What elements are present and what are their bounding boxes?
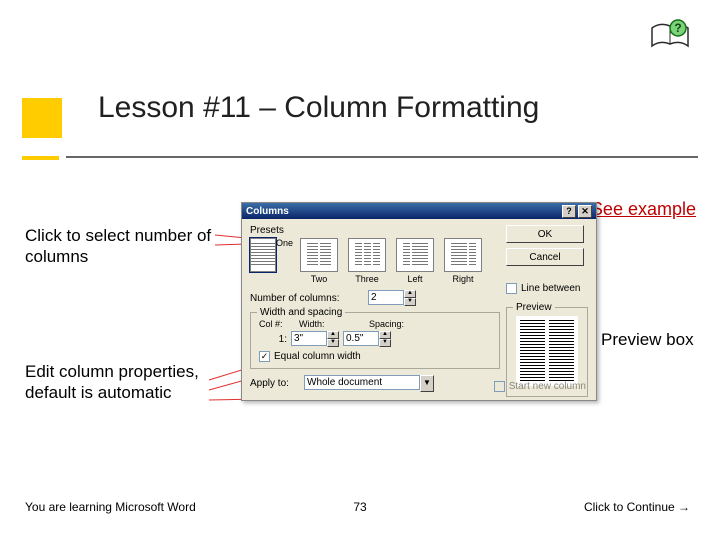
width-header: Width: <box>299 319 369 329</box>
help-button[interactable]: ? <box>562 205 576 218</box>
chevron-down-icon[interactable]: ▼ <box>404 298 416 306</box>
preview-sample <box>516 316 578 386</box>
ws-row: 1: ▲▼ ▲▼ <box>259 331 493 347</box>
chevron-up-icon[interactable]: ▲ <box>379 331 391 339</box>
preset-label: One <box>276 238 293 284</box>
width-spinner[interactable]: ▲▼ <box>291 331 339 347</box>
start-new-column-label: Start new column <box>509 381 586 392</box>
caption-edit-properties: Edit column properties, default is autom… <box>25 361 220 404</box>
preset-label: Three <box>346 274 388 284</box>
apply-to-label: Apply to: <box>250 378 298 389</box>
apply-to-select[interactable]: ▼ <box>304 375 434 392</box>
preset-two[interactable]: Two <box>298 238 340 284</box>
num-columns-spinner[interactable]: ▲▼ <box>368 290 416 306</box>
width-spacing-legend: Width and spacing <box>257 307 345 318</box>
checkbox-icon <box>494 381 505 392</box>
col-header: Col #: <box>259 319 299 329</box>
preset-three[interactable]: Three <box>346 238 388 284</box>
svg-text:?: ? <box>674 21 681 35</box>
equal-width-checkbox[interactable]: ✓ Equal column width <box>259 351 361 362</box>
chevron-down-icon[interactable]: ▼ <box>327 339 339 347</box>
num-columns-input[interactable] <box>368 290 404 305</box>
preset-label: Right <box>442 274 484 284</box>
title-bullet <box>22 98 62 138</box>
preset-right[interactable]: Right <box>442 238 484 284</box>
columns-dialog: Columns ? ✕ OK Cancel Line between Previ… <box>241 202 597 401</box>
start-new-column-checkbox: Start new column <box>494 381 586 392</box>
width-input[interactable] <box>291 331 327 346</box>
apply-to-value[interactable] <box>304 375 420 390</box>
slide: ? Lesson #11 – Column Formatting Click t… <box>0 0 720 540</box>
see-example-link[interactable]: See example <box>591 199 696 220</box>
help-book-icon: ? <box>648 18 692 57</box>
spacing-input[interactable] <box>343 331 379 346</box>
equal-width-label: Equal column width <box>274 351 361 362</box>
preset-one[interactable]: One <box>250 238 292 284</box>
chevron-up-icon[interactable]: ▲ <box>404 290 416 298</box>
dialog-title-text: Columns <box>246 206 289 217</box>
line-between-checkbox[interactable]: Line between <box>506 283 581 294</box>
chevron-down-icon[interactable]: ▼ <box>420 375 434 392</box>
preset-label: Left <box>394 274 436 284</box>
num-columns-label: Number of columns: <box>250 293 362 304</box>
caption-select-columns: Click to select number of columns <box>25 225 220 268</box>
title-area: Lesson #11 – Column Formatting <box>22 78 539 138</box>
ok-button[interactable]: OK <box>506 225 584 243</box>
cancel-button[interactable]: Cancel <box>506 248 584 266</box>
ws-col-number: 1: <box>259 334 287 345</box>
preset-left[interactable]: Left <box>394 238 436 284</box>
preview-legend: Preview <box>513 302 555 313</box>
chevron-up-icon[interactable]: ▲ <box>327 331 339 339</box>
line-between-label: Line between <box>521 283 581 294</box>
click-to-continue[interactable]: Click to Continue → <box>584 500 690 514</box>
slide-title: Lesson #11 – Column Formatting <box>98 91 539 125</box>
dialog-titlebar[interactable]: Columns ? ✕ <box>242 203 596 219</box>
checkbox-icon: ✓ <box>259 351 270 362</box>
checkbox-icon <box>506 283 517 294</box>
spacing-header: Spacing: <box>369 319 439 329</box>
caption-preview-box: Preview box <box>601 329 701 350</box>
close-button[interactable]: ✕ <box>578 205 592 218</box>
spacing-spinner[interactable]: ▲▼ <box>343 331 391 347</box>
width-spacing-group: Width and spacing Col #: Width: Spacing:… <box>250 312 500 369</box>
title-rule <box>22 156 698 160</box>
chevron-down-icon[interactable]: ▼ <box>379 339 391 347</box>
preset-label: Two <box>298 274 340 284</box>
